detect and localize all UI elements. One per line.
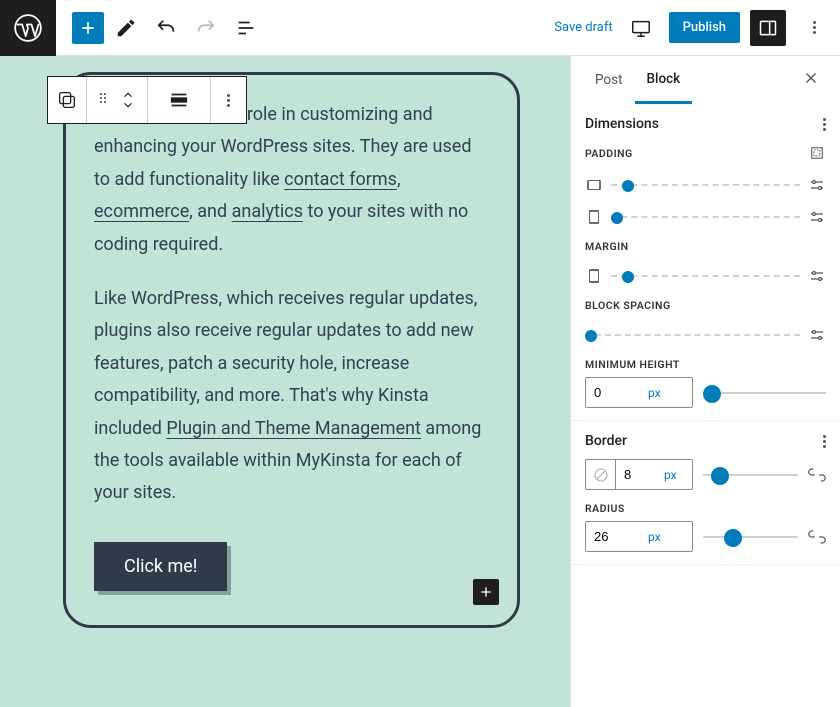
min-height-input[interactable] bbox=[586, 378, 638, 407]
tab-post[interactable]: Post bbox=[583, 58, 635, 102]
settings-toggle-button[interactable] bbox=[750, 10, 786, 46]
editor-canvas[interactable]: Plugins play a vital role in customizing… bbox=[0, 56, 570, 707]
preview-button[interactable] bbox=[623, 10, 659, 46]
paragraph-block[interactable]: Like WordPress, which receives regular u… bbox=[94, 283, 489, 510]
block-toolbar bbox=[47, 76, 247, 124]
options-button[interactable] bbox=[796, 10, 832, 46]
link-analytics[interactable]: analytics bbox=[232, 201, 303, 222]
block-spacing-slider[interactable] bbox=[585, 334, 800, 336]
align-button[interactable] bbox=[148, 77, 211, 123]
edit-mode-button[interactable] bbox=[108, 10, 144, 46]
block-more-button[interactable] bbox=[211, 77, 246, 123]
border-radius-input[interactable] bbox=[586, 522, 638, 551]
click-me-button[interactable]: Click me! bbox=[94, 542, 227, 591]
padding-horizontal-slider[interactable] bbox=[611, 184, 800, 186]
radius-label: RADIUS bbox=[585, 502, 625, 515]
wordpress-logo[interactable] bbox=[0, 0, 56, 56]
add-block-button[interactable] bbox=[72, 12, 104, 44]
link-ecommerce[interactable]: ecommerce bbox=[94, 201, 189, 222]
settings-sidebar: Post Block Dimensions PADDING bbox=[570, 56, 840, 707]
border-radius-slider[interactable] bbox=[703, 536, 798, 538]
border-heading: Border bbox=[585, 433, 627, 449]
move-up-button[interactable] bbox=[121, 90, 135, 100]
block-spacing-label: BLOCK SPACING bbox=[585, 299, 671, 312]
tab-block[interactable]: Block bbox=[635, 57, 693, 104]
min-height-label: MINIMUM HEIGHT bbox=[585, 358, 680, 371]
border-width-slider[interactable] bbox=[703, 474, 798, 476]
padding-vertical-slider[interactable] bbox=[611, 216, 800, 218]
border-options-button[interactable] bbox=[823, 435, 826, 448]
border-width-unit[interactable]: px bbox=[654, 460, 687, 489]
undo-button[interactable] bbox=[148, 10, 184, 46]
save-draft-link[interactable]: Save draft bbox=[554, 20, 612, 35]
padding-vertical-icon bbox=[585, 208, 603, 226]
group-block[interactable]: Plugins play a vital role in customizing… bbox=[63, 72, 520, 628]
close-panel-button[interactable] bbox=[794, 61, 828, 99]
unlink-radius-icon[interactable] bbox=[808, 528, 826, 546]
set-custom-icon[interactable] bbox=[808, 267, 826, 285]
document-overview-button[interactable] bbox=[228, 10, 264, 46]
margin-slider[interactable] bbox=[611, 275, 800, 277]
link-contact-forms[interactable]: contact forms bbox=[284, 169, 397, 190]
margin-label: MARGIN bbox=[585, 240, 629, 253]
border-width-input[interactable] bbox=[616, 460, 654, 489]
unlink-sides-icon[interactable] bbox=[808, 144, 826, 162]
redo-button[interactable] bbox=[188, 10, 224, 46]
border-color-swatch[interactable] bbox=[586, 460, 616, 489]
move-down-button[interactable] bbox=[121, 100, 135, 110]
margin-vertical-icon bbox=[585, 267, 603, 285]
set-custom-icon[interactable] bbox=[808, 208, 826, 226]
publish-button[interactable]: Publish bbox=[669, 12, 740, 43]
block-type-button[interactable] bbox=[48, 77, 87, 123]
padding-horizontal-icon bbox=[585, 176, 603, 194]
drag-handle-icon[interactable] bbox=[95, 90, 111, 110]
set-custom-icon[interactable] bbox=[808, 326, 826, 344]
add-inner-block-button[interactable] bbox=[473, 579, 499, 605]
border-radius-unit[interactable]: px bbox=[638, 522, 671, 551]
unlink-border-icon[interactable] bbox=[808, 466, 826, 484]
dimensions-heading: Dimensions bbox=[585, 116, 659, 132]
min-height-slider[interactable] bbox=[703, 392, 826, 394]
dimensions-options-button[interactable] bbox=[823, 118, 826, 131]
link-plugin-theme-mgmt[interactable]: Plugin and Theme Management bbox=[166, 418, 421, 439]
set-custom-icon[interactable] bbox=[808, 176, 826, 194]
min-height-unit[interactable]: px bbox=[638, 378, 671, 407]
padding-label: PADDING bbox=[585, 147, 633, 160]
